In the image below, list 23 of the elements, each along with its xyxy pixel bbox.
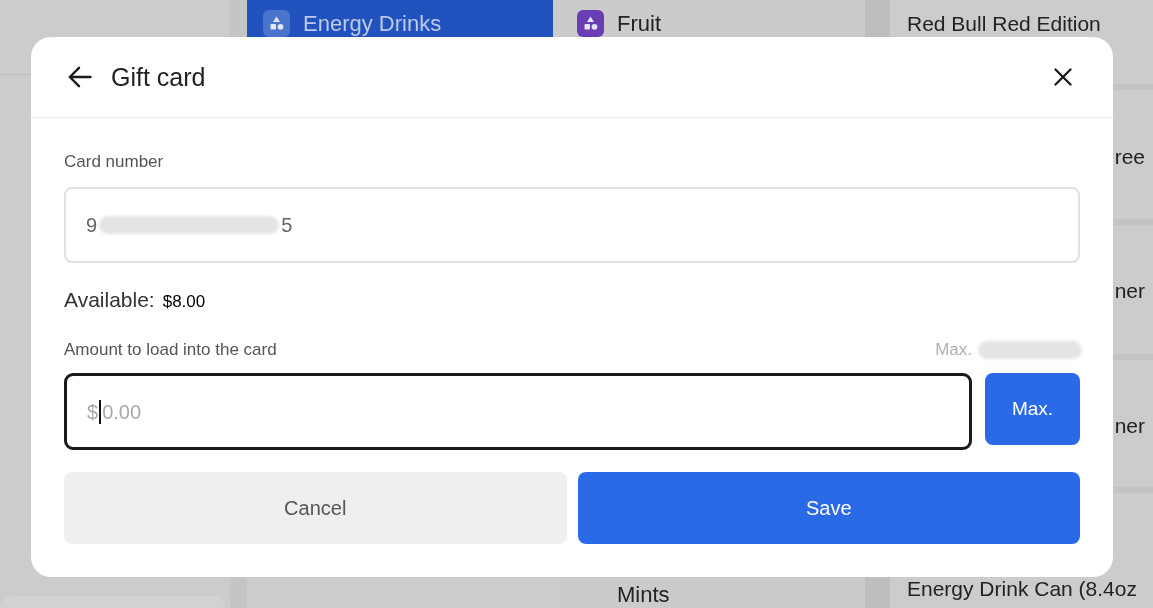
- field-label: Card number: [64, 151, 165, 173]
- currency-prefix: $: [87, 399, 99, 425]
- max-button[interactable]: Max.: [985, 373, 1080, 445]
- max-amount-label: Max.: [935, 339, 972, 361]
- text-cursor-icon: [99, 399, 102, 424]
- card-number-field[interactable]: 9 5: [64, 187, 1080, 263]
- product-name: Red Bull Red Edition: [907, 12, 1101, 36]
- save-button[interactable]: Save: [577, 472, 1080, 544]
- close-icon: [1054, 68, 1072, 86]
- available-label: Available:: [64, 287, 155, 313]
- cancel-button[interactable]: Cancel: [64, 472, 567, 544]
- dialog-title: Gift card: [111, 62, 206, 92]
- category-tile[interactable]: Energy Drinks: [247, 0, 553, 37]
- product-name: ree: [1114, 145, 1145, 169]
- back-button[interactable]: [68, 66, 92, 88]
- available-amount: $8.00: [162, 291, 206, 313]
- product-name: ner: [1114, 279, 1145, 303]
- amount-input[interactable]: 0.00: [102, 396, 969, 427]
- product-name: ner: [1114, 414, 1145, 438]
- close-button[interactable]: [1054, 68, 1072, 86]
- product-name: Energy Drink Can (8.4oz: [907, 577, 1137, 601]
- field-label: Amount to load into the card: [64, 339, 277, 361]
- back-arrow-icon: [68, 66, 92, 88]
